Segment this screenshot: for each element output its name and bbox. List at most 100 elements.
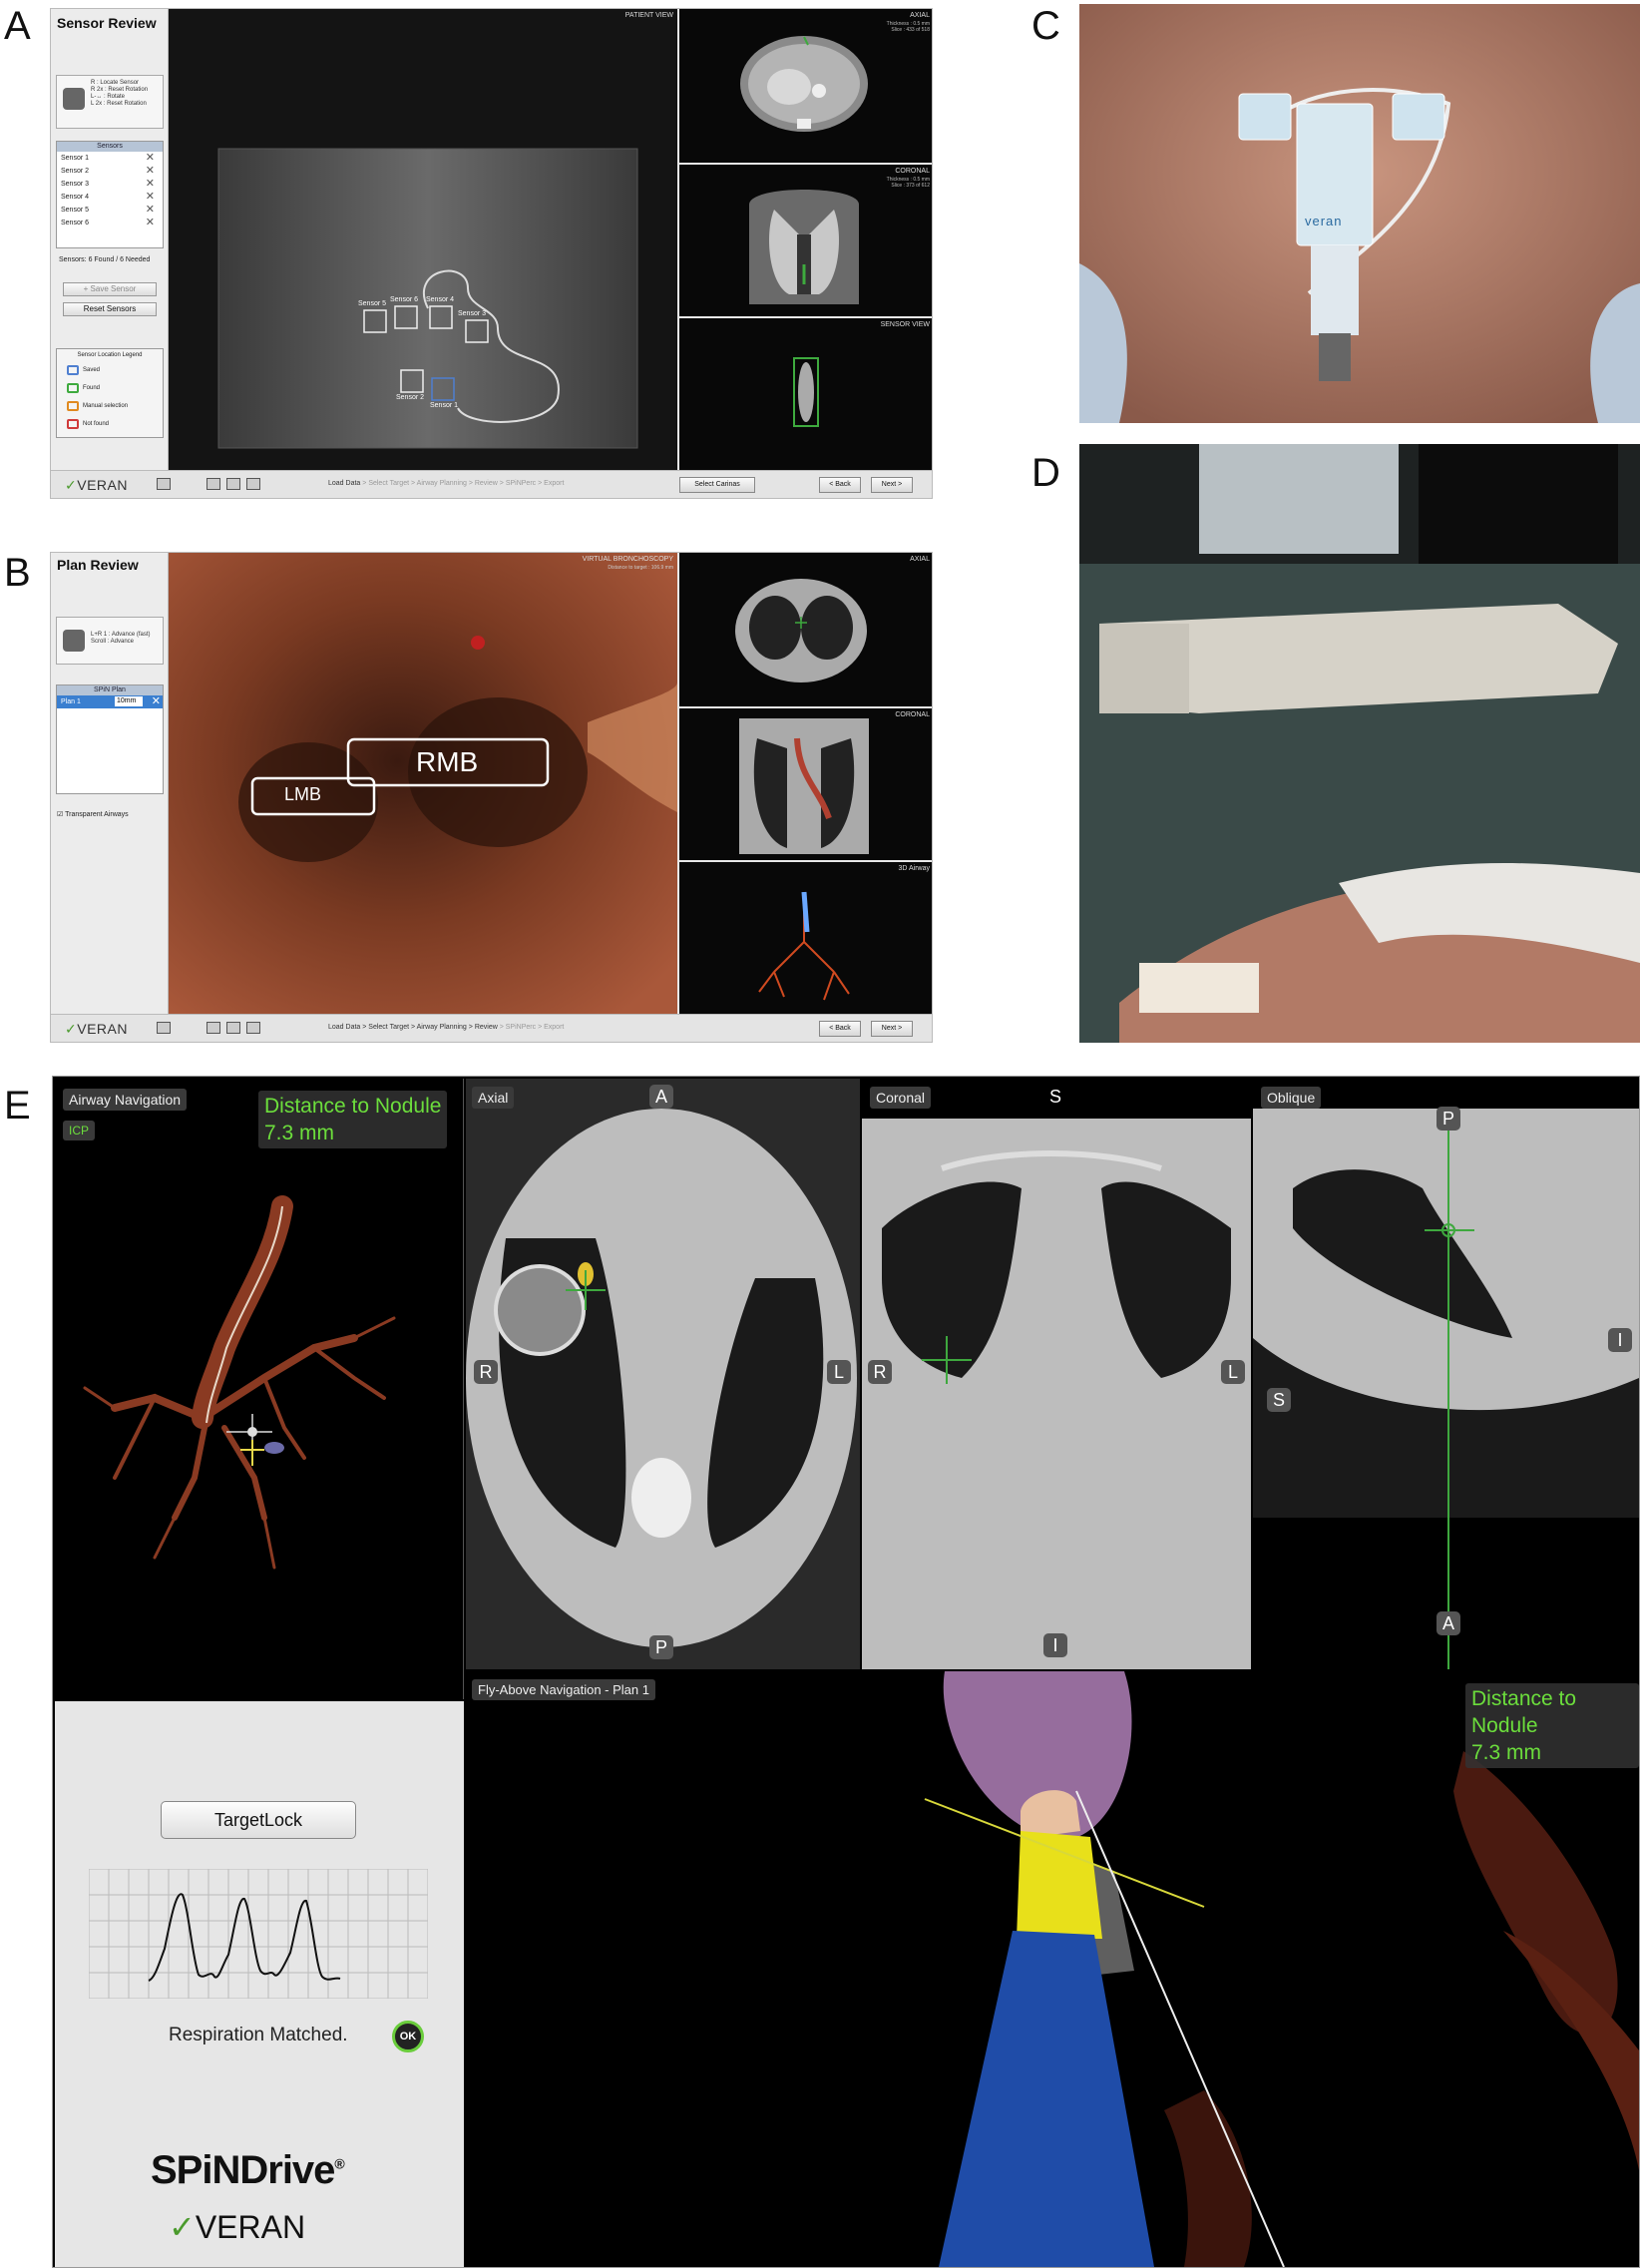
list-item[interactable]: Sensor 2 ✕ [57,165,163,178]
coronal-view[interactable]: CORONAL Thickness : 0.5 mm Slice : 373 of… [679,165,932,316]
chest-photo-render [1079,4,1640,423]
distance-label: Distance to Nodule [1471,1687,1577,1737]
airway-navigation-view[interactable]: Airway Navigation ICP Distance to Nodule… [55,1079,464,1699]
breadcrumb-item[interactable]: Select Target [368,1024,409,1031]
next-button[interactable]: Next > [871,477,913,493]
grid-icon[interactable] [226,1022,240,1034]
view-icon[interactable] [246,478,260,490]
list-item[interactable]: Sensor 6 ✕ [57,217,163,229]
sensor-status: Sensors: 6 Found / 6 Needed [59,256,151,263]
breadcrumb-item[interactable]: Load Data [328,480,360,487]
sensor-label: Sensor 2 [61,168,90,175]
legend-swatch [67,401,79,411]
chest-photo: veran [1079,4,1640,423]
camera-icon[interactable] [157,1022,171,1034]
rmb-label: RMB [416,746,479,777]
sensor-tag: Sensor 4 [426,296,455,303]
sensor-list-header: Sensors [57,142,163,152]
list-item[interactable]: Plan 1 10mm ✕ [57,695,163,708]
veran-logo: ✓VERAN [65,477,128,493]
remove-icon[interactable]: ✕ [146,204,155,217]
axial-ct-view[interactable]: Axial A P R L [466,1079,860,1669]
sensor-legend: Sensor Location Legend Saved Found Manua… [56,348,164,438]
veran-logo: ✓VERAN [169,2209,306,2245]
coronal-ct [749,190,859,304]
breadcrumb-item[interactable]: Airway Planning [417,1024,467,1031]
sensor-view[interactable]: SENSOR VIEW [679,318,932,472]
target-lock-button[interactable]: TargetLock [161,1801,356,1839]
patient-render [217,148,638,449]
view-label: VIRTUAL BRONCHOSCOPY Distance to target :… [582,556,673,571]
coronal-view[interactable]: CORONAL [679,708,932,860]
airway-3d-render [758,891,850,1001]
remove-icon[interactable]: ✕ [146,152,155,165]
breadcrumb-item[interactable]: Export [544,1024,564,1031]
view-title: Oblique [1261,1087,1322,1109]
mouse-icon [63,88,85,110]
reset-sensors-button[interactable]: Reset Sensors [63,302,157,316]
virtual-bronchoscopy-view[interactable]: RMB LMB VIRTUAL BRONCHOSCOPY Distance to … [169,553,677,1016]
select-carinas-button[interactable]: Select Carinas [679,477,755,493]
breadcrumb-item[interactable]: Airway Planning [417,480,467,487]
sensor-tag: Sensor 3 [458,310,487,317]
camera-icon[interactable] [157,478,171,490]
remove-icon[interactable]: ✕ [146,217,155,229]
back-button[interactable]: < Back [819,1021,861,1037]
legend-item: Manual selection [57,397,163,415]
fly-above-render [924,1671,1639,2267]
list-item[interactable]: Sensor 3 ✕ [57,178,163,191]
sensor-tag: Sensor 6 [390,296,419,303]
respiration-panel: TargetLock Respiration Matched. OK SPiND… [55,1701,464,2267]
airway-3d-view[interactable]: 3D Airway [679,862,932,1016]
oblique-ct-view[interactable]: Oblique P A S I [1253,1079,1639,1669]
breadcrumb-item[interactable]: Load Data [328,1024,360,1031]
legend-swatch [67,383,79,393]
breadcrumb-item[interactable]: Select Target [368,480,409,487]
remove-icon[interactable]: ✕ [146,191,155,204]
layout-icon[interactable] [206,478,220,490]
coronal-ct [739,718,869,854]
breadcrumb-item[interactable]: Review [475,480,498,487]
list-item[interactable]: Sensor 4 ✕ [57,191,163,204]
mouse-icon [63,630,85,652]
breadcrumb-item[interactable]: SPiNPerc [506,480,536,487]
list-item[interactable]: Sensor 1 ✕ [57,152,163,165]
sensor-render [793,357,819,427]
patient-view[interactable]: PATIENT VIEW Sensor 5 Sensor 6 Sensor 4 … [169,9,677,472]
view-icon[interactable] [246,1022,260,1034]
grid-icon[interactable] [226,478,240,490]
orientation-top: P [1436,1107,1460,1131]
breadcrumb-item[interactable]: Export [544,480,564,487]
view-title: Axial [472,1087,515,1109]
remove-icon[interactable]: ✕ [152,695,161,708]
mouse-hints: L+R 1 : Advance (fast) Scroll : Advance [56,617,164,665]
sensor-tag: Sensor 1 [430,402,459,409]
next-button[interactable]: Next > [871,1021,913,1037]
list-item[interactable]: Sensor 5 ✕ [57,204,163,217]
remove-icon[interactable]: ✕ [146,178,155,191]
breadcrumb-item[interactable]: Review [475,1024,498,1031]
sensor-label: Sensor 4 [61,194,90,201]
oblique-ct-image [1253,1079,1639,1669]
legend-title: Sensor Location Legend [77,352,143,358]
panel-letter-e: E [4,1084,31,1128]
axial-view[interactable]: AXIAL [679,553,932,706]
breadcrumb-item[interactable]: SPiNPerc [506,1024,536,1031]
panel-letter-b: B [4,551,31,595]
transparent-airways-checkbox[interactable]: ☑ Transparent Airways [57,810,129,818]
save-sensor-button[interactable]: + Save Sensor [63,282,157,296]
respiration-status: Respiration Matched. [169,2025,348,2045]
orientation-left: S [1267,1388,1291,1412]
spindrive-navigation-window: Airway Navigation ICP Distance to Nodule… [52,1076,1640,2268]
back-button[interactable]: < Back [819,477,861,493]
layout-icon[interactable] [206,1022,220,1034]
legend-label: Found [83,385,101,391]
remove-icon[interactable]: ✕ [146,165,155,178]
plan-distance-field[interactable]: 10mm [115,696,143,706]
coronal-ct-view[interactable]: Coronal S I R L [862,1079,1251,1669]
axial-view[interactable]: AXIAL Thickness : 0.5 mm Slice : 433 of 5… [679,9,932,163]
distance-to-nodule: Distance to Nodule 7.3 mm [1465,1683,1639,1768]
coronal-ct-image [862,1079,1251,1669]
fly-above-navigation-view[interactable]: Fly-Above Navigation - Plan 1 Distance t… [466,1671,1639,2267]
pad-logo-text: veran [1305,214,1343,228]
